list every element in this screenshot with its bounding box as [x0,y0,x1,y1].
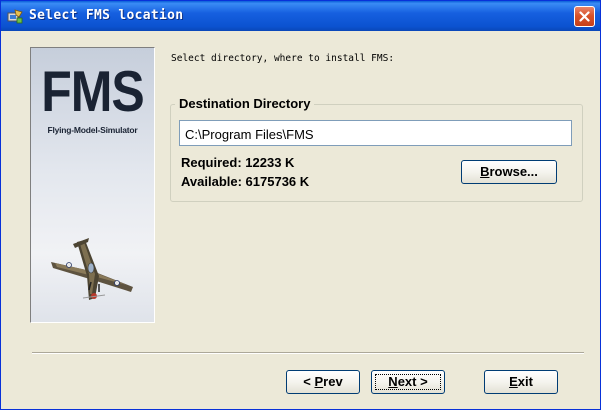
window-title: Select FMS location [29,8,184,23]
close-button[interactable] [574,6,595,27]
prev-label: rev [323,374,343,389]
required-space: Required: 12233 K [181,155,295,170]
setup-icon [7,8,23,24]
available-space: Available: 6175736 K [181,174,310,189]
banner-logo: FMS [41,59,145,124]
instruction-text: Select directory, where to install FMS: [171,53,395,64]
exit-button[interactable]: Exit [484,370,558,394]
next-button[interactable]: Next > [371,370,445,394]
product-banner: FMS Flying-Model-Simulator [30,47,155,323]
prev-mnemonic: P [314,374,324,389]
airplane-illustration [51,238,133,300]
browse-button[interactable]: Browse... [461,160,557,184]
exit-label: xit [517,374,533,389]
browse-label: rowse... [489,164,538,179]
banner-subtitle: Flying-Model-Simulator [47,125,138,135]
next-label: ext > [397,374,428,389]
prev-prefix: < [303,374,315,389]
exit-mnemonic: E [509,374,518,389]
group-title: Destination Directory [175,96,315,111]
next-mnemonic: N [388,374,398,389]
setup-dialog: Select FMS location FMS Flying-Model-Sim… [0,0,601,410]
close-icon [579,11,590,22]
destination-path-input[interactable] [179,120,572,146]
separator [32,352,584,354]
title-bar[interactable]: Select FMS location [1,1,600,31]
prev-button[interactable]: < Prev [286,370,360,394]
